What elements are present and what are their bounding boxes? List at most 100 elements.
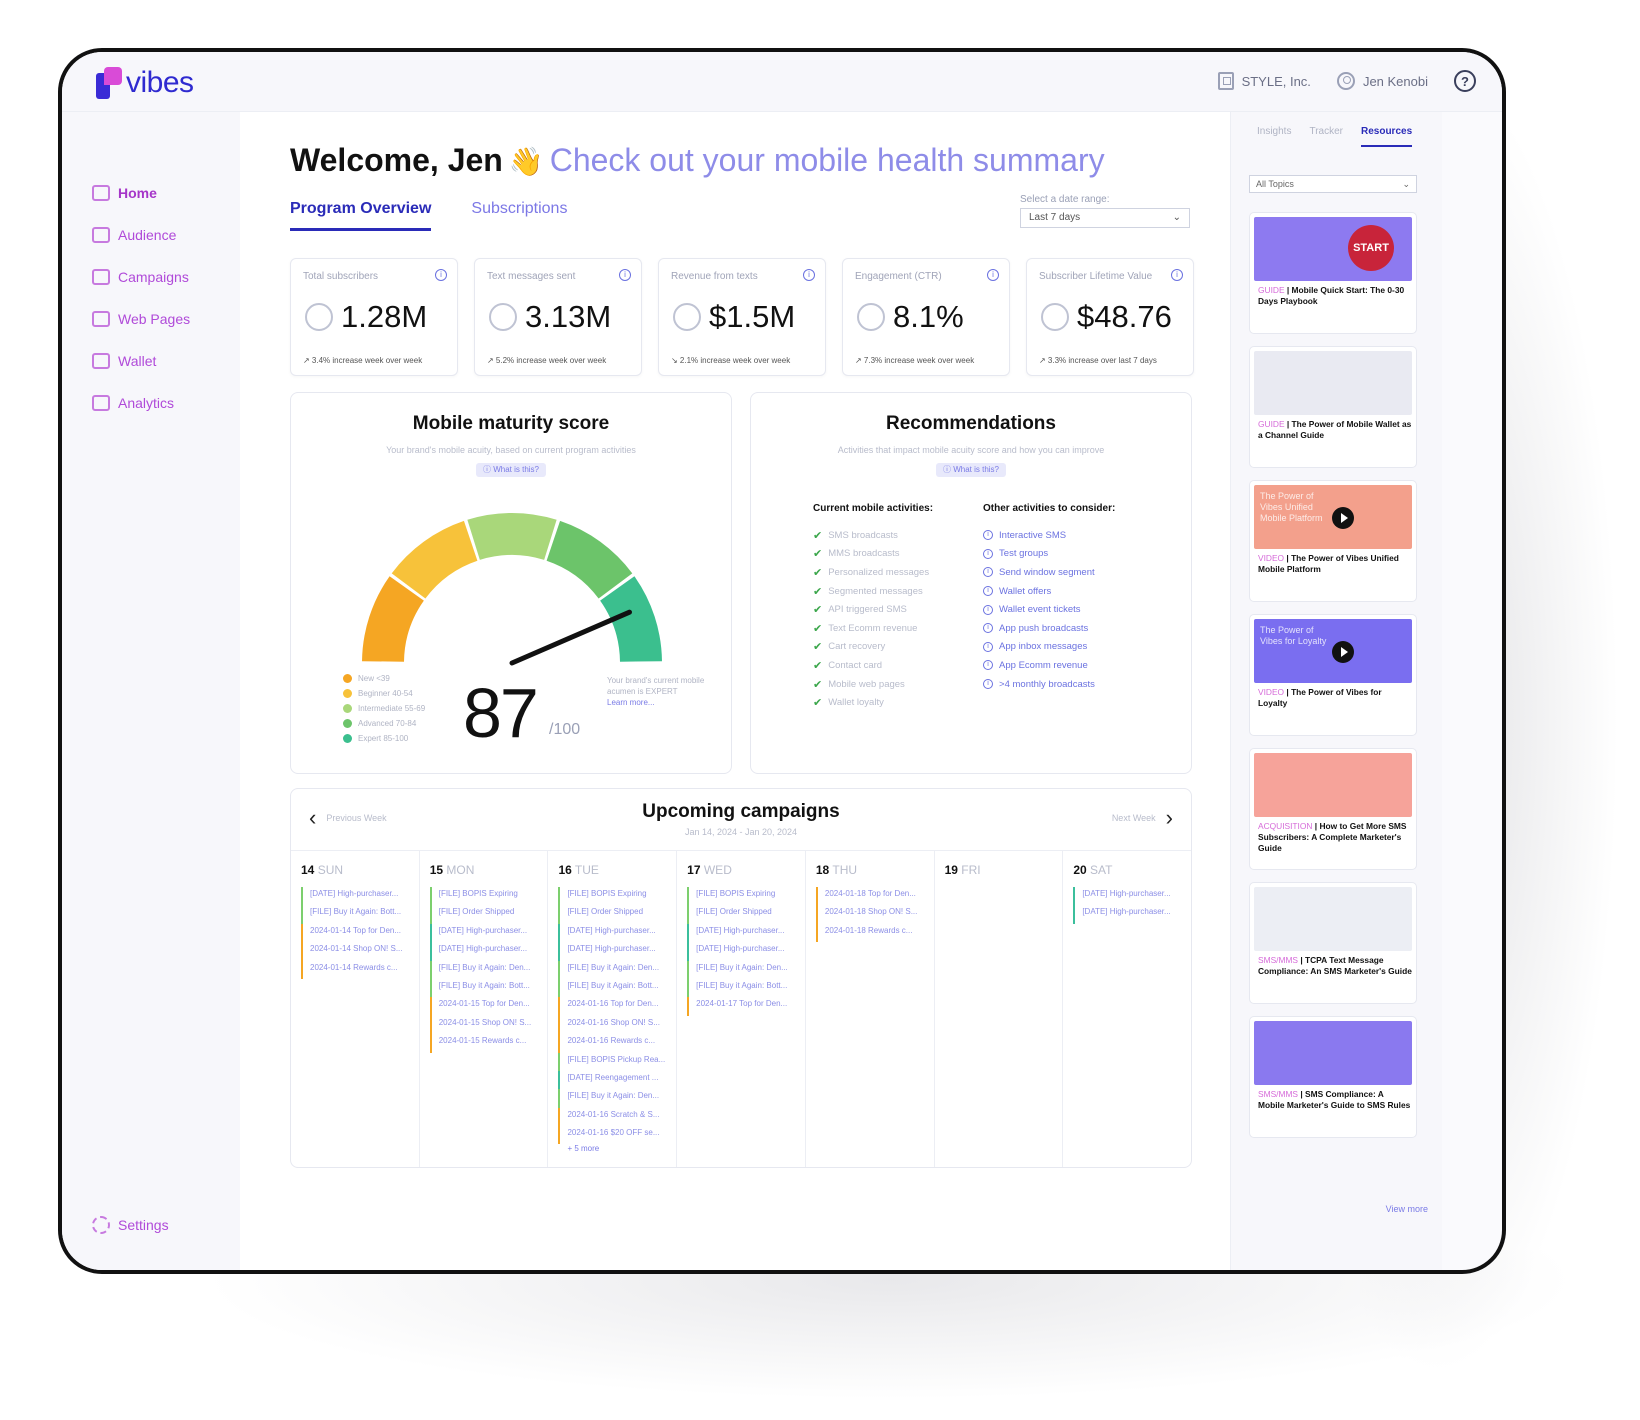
suggested-activity[interactable]: i App Ecomm revenue — [983, 656, 1115, 675]
campaign-event[interactable]: 2024-01-14 Shop ON! S... — [301, 942, 413, 961]
campaign-event[interactable]: [DATE] High-purchaser... — [1073, 887, 1185, 906]
campaign-event[interactable]: 2024-01-16 Scratch & S... — [558, 1107, 670, 1127]
campaign-event[interactable]: 2024-01-15 Rewards c... — [429, 1034, 542, 1053]
suggested-activity[interactable]: i Wallet event tickets — [983, 600, 1115, 619]
tab-program-overview[interactable]: Program Overview — [290, 200, 432, 231]
campaign-event[interactable]: 2024-01-18 Shop ON! S... — [815, 905, 928, 924]
company-switcher[interactable]: STYLE, Inc. — [1217, 72, 1311, 90]
campaign-event[interactable]: [FILE] Order Shipped — [687, 905, 799, 924]
info-icon[interactable]: i — [1171, 269, 1183, 281]
campaign-event[interactable]: 2024-01-14 Rewards c... — [301, 960, 413, 979]
campaign-event[interactable]: 2024-01-17 Top for Den... — [687, 997, 799, 1016]
campaign-event[interactable]: 2024-01-16 Rewards c... — [558, 1034, 670, 1053]
resource-card[interactable]: SMS/MMS | TCPA Text Message Compliance: … — [1249, 882, 1417, 1004]
tab-tracker[interactable]: Tracker — [1309, 126, 1343, 147]
campaign-event[interactable]: [FILE] Buy it Again: Den... — [558, 960, 670, 979]
info-icon[interactable]: i — [435, 269, 447, 281]
campaign-event[interactable]: 2024-01-14 Top for Den... — [301, 923, 413, 943]
info-icon[interactable]: i — [619, 269, 631, 281]
suggested-activity[interactable]: i App inbox messages — [983, 638, 1115, 657]
campaign-event[interactable]: 2024-01-18 Rewards c... — [815, 923, 928, 943]
campaign-event[interactable]: [FILE] Buy it Again: Bott... — [687, 978, 799, 998]
maturity-info-button[interactable]: ⓘ What is this? — [476, 463, 546, 477]
stat-label: Subscriber Lifetime Value — [1039, 271, 1153, 282]
topics-select[interactable]: All Topics ⌄ — [1249, 175, 1417, 193]
campaign-event[interactable]: [DATE] High-purchaser... — [1073, 905, 1185, 924]
legend-label: Advanced 70-84 — [358, 719, 417, 728]
campaign-event[interactable]: [FILE] Buy it Again: Den... — [558, 1089, 670, 1108]
campaign-event[interactable]: [DATE] High-purchaser... — [687, 923, 799, 943]
sidebar-item-campaigns[interactable]: Campaigns — [92, 256, 190, 298]
resource-card[interactable]: SMS/MMS | SMS Compliance: A Mobile Marke… — [1249, 1016, 1417, 1138]
resource-card[interactable]: ACQUISITION | How to Get More SMS Subscr… — [1249, 748, 1417, 870]
campaign-event[interactable]: [FILE] Buy it Again: Bott... — [429, 978, 542, 998]
campaign-event[interactable]: [FILE] Buy it Again: Bott... — [558, 978, 670, 998]
legend-label: New <39 — [358, 674, 390, 683]
campaign-event[interactable]: [DATE] High-purchaser... — [429, 923, 542, 943]
play-icon[interactable] — [1332, 507, 1354, 529]
resource-card[interactable]: GUIDE | The Power of Mobile Wallet as a … — [1249, 346, 1417, 468]
sidebar-item-audience[interactable]: Audience — [92, 214, 190, 256]
campaign-event[interactable]: [DATE] High-purchaser... — [558, 923, 670, 943]
next-week-button[interactable]: Next Week › — [1112, 807, 1173, 829]
campaign-event[interactable]: 2024-01-16 Shop ON! S... — [558, 1015, 670, 1035]
view-more-link[interactable]: View more — [1386, 1204, 1428, 1214]
campaign-event[interactable]: [FILE] BOPIS Pickup Rea... — [558, 1052, 670, 1071]
suggested-activity[interactable]: i >4 monthly broadcasts — [983, 675, 1115, 694]
tab-resources[interactable]: Resources — [1361, 126, 1413, 147]
info-icon: i — [983, 567, 994, 578]
campaign-event[interactable]: [DATE] High-purchaser... — [301, 887, 413, 906]
campaign-event[interactable]: 2024-01-15 Shop ON! S... — [429, 1015, 542, 1035]
learn-more-link[interactable]: Learn more... — [607, 698, 655, 707]
campaign-event[interactable]: 2024-01-16 $20 OFF se... — [558, 1126, 670, 1145]
campaign-event[interactable]: [DATE] High-purchaser... — [558, 942, 670, 961]
campaign-event[interactable]: 2024-01-16 Top for Den... — [558, 997, 670, 1016]
sidebar-item-analytics[interactable]: Analytics — [92, 382, 190, 424]
legend-dot — [343, 674, 352, 683]
logo-text: vibes — [126, 66, 194, 99]
activity-label: Text Ecomm revenue — [828, 622, 918, 634]
tab-subscriptions[interactable]: Subscriptions — [471, 200, 567, 231]
help-icon[interactable]: ? — [1454, 70, 1476, 92]
recommendations-info-button[interactable]: ⓘ What is this? — [936, 463, 1006, 477]
campaign-event[interactable]: 2024-01-15 Top for Den... — [429, 997, 542, 1016]
previous-week-button[interactable]: ‹ Previous Week — [309, 807, 387, 829]
suggested-activity[interactable]: i Test groups — [983, 545, 1115, 564]
suggested-activity[interactable]: i App push broadcasts — [983, 619, 1115, 638]
resource-thumbnail: START — [1254, 217, 1412, 281]
sidebar-item-home[interactable]: Home — [92, 172, 190, 214]
campaign-event[interactable]: [DATE] Reengagement ... — [558, 1070, 670, 1090]
legend-dot — [343, 734, 352, 743]
suggested-activity[interactable]: i Wallet offers — [983, 582, 1115, 601]
campaign-event[interactable]: [FILE] BOPIS Expiring — [687, 887, 799, 906]
campaign-event[interactable]: [FILE] Order Shipped — [429, 905, 542, 924]
resource-card[interactable]: The Power of Vibes for Loyalty VIDEO | Th… — [1249, 614, 1417, 736]
tab-insights[interactable]: Insights — [1257, 126, 1291, 147]
campaign-event[interactable]: [FILE] BOPIS Expiring — [558, 887, 670, 906]
info-icon[interactable]: i — [987, 269, 999, 281]
campaign-event[interactable]: [DATE] High-purchaser... — [687, 942, 799, 961]
resource-card[interactable]: START GUIDE | Mobile Quick Start: The 0-3… — [1249, 212, 1417, 334]
sidebar-item-web-pages[interactable]: Web Pages — [92, 298, 190, 340]
more-events-link[interactable]: + 5 more — [558, 1144, 676, 1153]
date-range-select[interactable]: Last 7 days ⌄ — [1020, 208, 1190, 228]
campaign-event[interactable]: [FILE] Buy it Again: Den... — [429, 960, 542, 979]
resource-card[interactable]: The Power of Vibes Unified Mobile Platfo… — [1249, 480, 1417, 602]
campaign-event[interactable]: 2024-01-18 Top for Den... — [815, 887, 928, 906]
play-icon[interactable] — [1332, 641, 1354, 663]
info-icon[interactable]: i — [803, 269, 815, 281]
suggested-activity[interactable]: i Send window segment — [983, 563, 1115, 582]
recommendations-subtitle: Activities that impact mobile acuity sco… — [837, 445, 1105, 455]
campaign-event[interactable]: [FILE] Buy it Again: Den... — [687, 960, 799, 979]
user-menu[interactable]: Jen Kenobi — [1336, 72, 1428, 90]
campaign-event[interactable]: [FILE] Order Shipped — [558, 905, 670, 924]
sidebar-item-settings[interactable]: Settings — [92, 1216, 169, 1234]
resource-kind: GUIDE — [1258, 285, 1285, 295]
current-activity: ✔ Text Ecomm revenue — [813, 619, 933, 638]
vibes-logo[interactable]: vibes — [96, 66, 194, 100]
campaign-event[interactable]: [FILE] BOPIS Expiring — [429, 887, 542, 906]
campaign-event[interactable]: [DATE] High-purchaser... — [429, 942, 542, 961]
campaign-event[interactable]: [FILE] Buy it Again: Bott... — [301, 905, 413, 924]
suggested-activity[interactable]: i Interactive SMS — [983, 526, 1115, 545]
sidebar-item-wallet[interactable]: Wallet — [92, 340, 190, 382]
